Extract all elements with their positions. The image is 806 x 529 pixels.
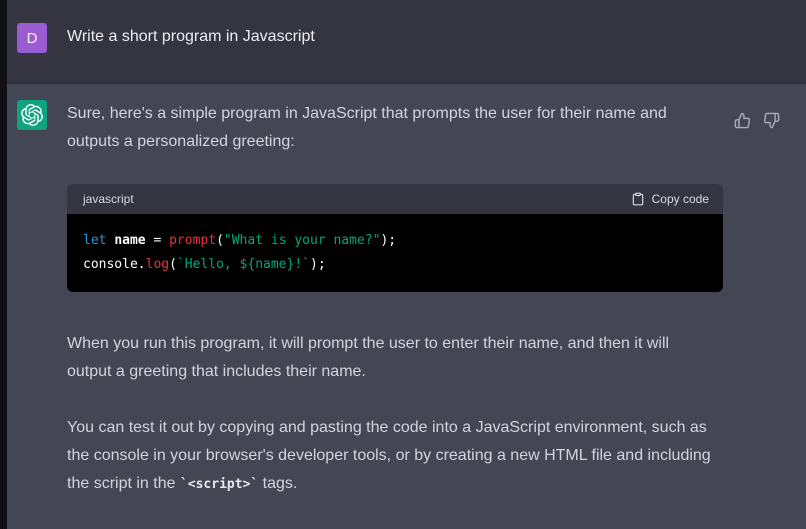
- clipboard-icon: [631, 192, 645, 206]
- copy-code-button[interactable]: Copy code: [631, 192, 709, 206]
- assistant-paragraph-1: Sure, here's a simple program in JavaScr…: [67, 100, 723, 156]
- conversation: D Write a short program in Javascript Su…: [7, 0, 806, 529]
- code-lines: let name = prompt("What is your name?");…: [83, 233, 396, 272]
- assistant-paragraph-2: When you run this program, it will promp…: [67, 330, 723, 386]
- user-avatar: D: [17, 23, 47, 53]
- thumbs-up-icon: [734, 112, 751, 129]
- user-message-text: Write a short program in Javascript: [67, 23, 723, 51]
- thumbs-up-button[interactable]: [734, 112, 751, 129]
- left-edge-strip: [0, 0, 7, 529]
- user-message-row: D Write a short program in Javascript: [7, 0, 806, 84]
- code-content: let name = prompt("What is your name?");…: [67, 214, 723, 292]
- copy-code-label: Copy code: [652, 192, 709, 206]
- thumbs-down-icon: [763, 112, 780, 129]
- code-block-header: javascript Copy code: [67, 184, 723, 214]
- assistant-paragraph-3: You can test it out by copying and pasti…: [67, 414, 723, 499]
- feedback-buttons: [734, 112, 780, 129]
- code-language-label: javascript: [83, 192, 134, 206]
- assistant-message-row: Sure, here's a simple program in JavaScr…: [7, 84, 806, 529]
- paragraph-3-text: You can test it out by copying and pasti…: [67, 419, 711, 492]
- openai-logo-icon: [21, 104, 43, 126]
- code-block: javascript Copy code let name = prompt("…: [67, 184, 723, 292]
- thumbs-down-button[interactable]: [763, 112, 780, 129]
- chat-screen: D Write a short program in Javascript Su…: [0, 0, 806, 529]
- paragraph-3-text-end: tags.: [258, 475, 297, 492]
- assistant-message-body: Sure, here's a simple program in JavaScr…: [67, 100, 723, 527]
- assistant-avatar: [17, 100, 47, 130]
- inline-code-script-tag: `<script>`: [180, 477, 258, 492]
